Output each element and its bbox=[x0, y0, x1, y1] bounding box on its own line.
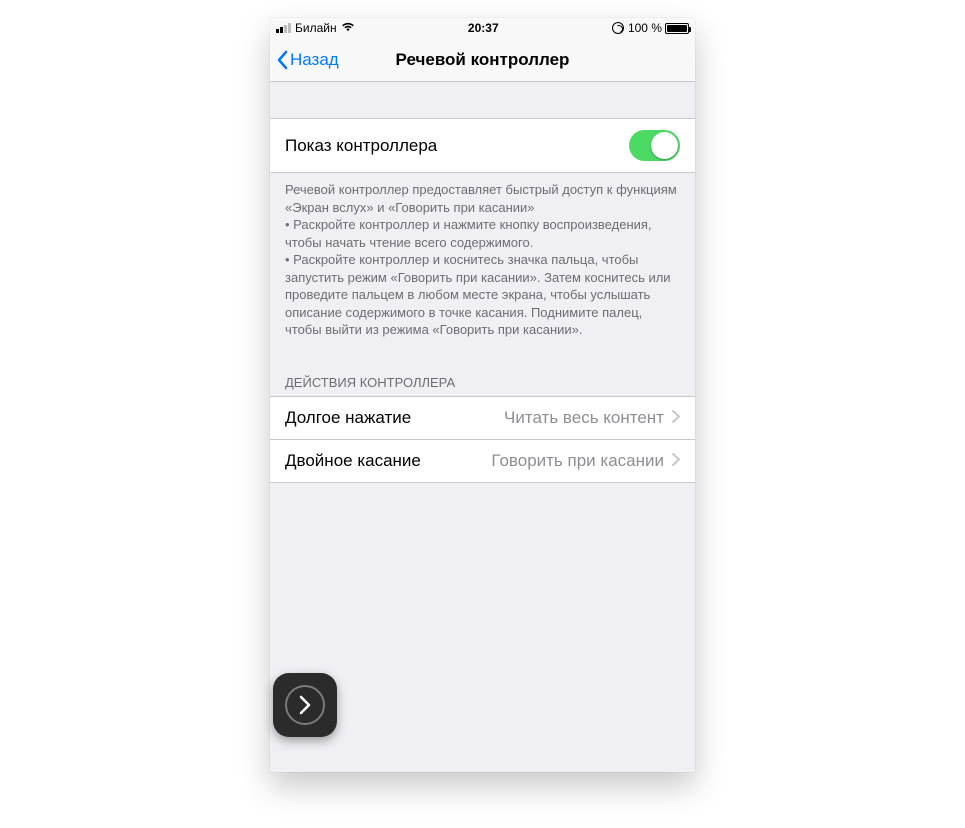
carrier-label: Билайн bbox=[295, 21, 337, 35]
chevron-left-icon bbox=[276, 50, 288, 70]
show-controller-label: Показ контроллера bbox=[285, 136, 437, 156]
status-bar: Билайн 20:37 100 % bbox=[270, 18, 695, 38]
show-controller-row[interactable]: Показ контроллера bbox=[270, 118, 695, 173]
action-long-press-row[interactable]: Долгое нажатие Читать весь контент bbox=[270, 397, 695, 440]
page-title: Речевой контроллер bbox=[396, 50, 570, 70]
speech-controller-widget[interactable] bbox=[273, 673, 337, 737]
action-value: Говорить при касании bbox=[481, 451, 664, 471]
chevron-right-icon bbox=[672, 408, 680, 428]
battery-text: 100 % bbox=[628, 21, 662, 35]
action-double-tap-row[interactable]: Двойное касание Говорить при касании bbox=[270, 440, 695, 482]
chevron-right-icon bbox=[672, 451, 680, 471]
battery-icon bbox=[665, 23, 689, 34]
wifi-icon bbox=[341, 21, 355, 35]
back-button[interactable]: Назад bbox=[276, 38, 339, 81]
orientation-lock-icon bbox=[612, 22, 624, 34]
clock: 20:37 bbox=[468, 21, 499, 35]
action-value: Читать весь контент bbox=[494, 408, 664, 428]
show-controller-switch[interactable] bbox=[629, 130, 680, 161]
description-text: Речевой контроллер предоставляет быстрый… bbox=[270, 173, 695, 357]
back-label: Назад bbox=[290, 50, 339, 70]
signal-icon bbox=[276, 23, 291, 33]
actions-header: ДЕЙСТВИЯ КОНТРОЛЛЕРА bbox=[270, 357, 695, 396]
action-label: Двойное касание bbox=[285, 451, 421, 471]
expand-icon bbox=[285, 685, 325, 725]
content-area: Показ контроллера Речевой контроллер пре… bbox=[270, 82, 695, 772]
action-label: Долгое нажатие bbox=[285, 408, 411, 428]
actions-group: Долгое нажатие Читать весь контент Двойн… bbox=[270, 396, 695, 483]
phone-frame: Билайн 20:37 100 % Назад Речевой контрол… bbox=[270, 18, 695, 772]
nav-bar: Назад Речевой контроллер bbox=[270, 38, 695, 82]
